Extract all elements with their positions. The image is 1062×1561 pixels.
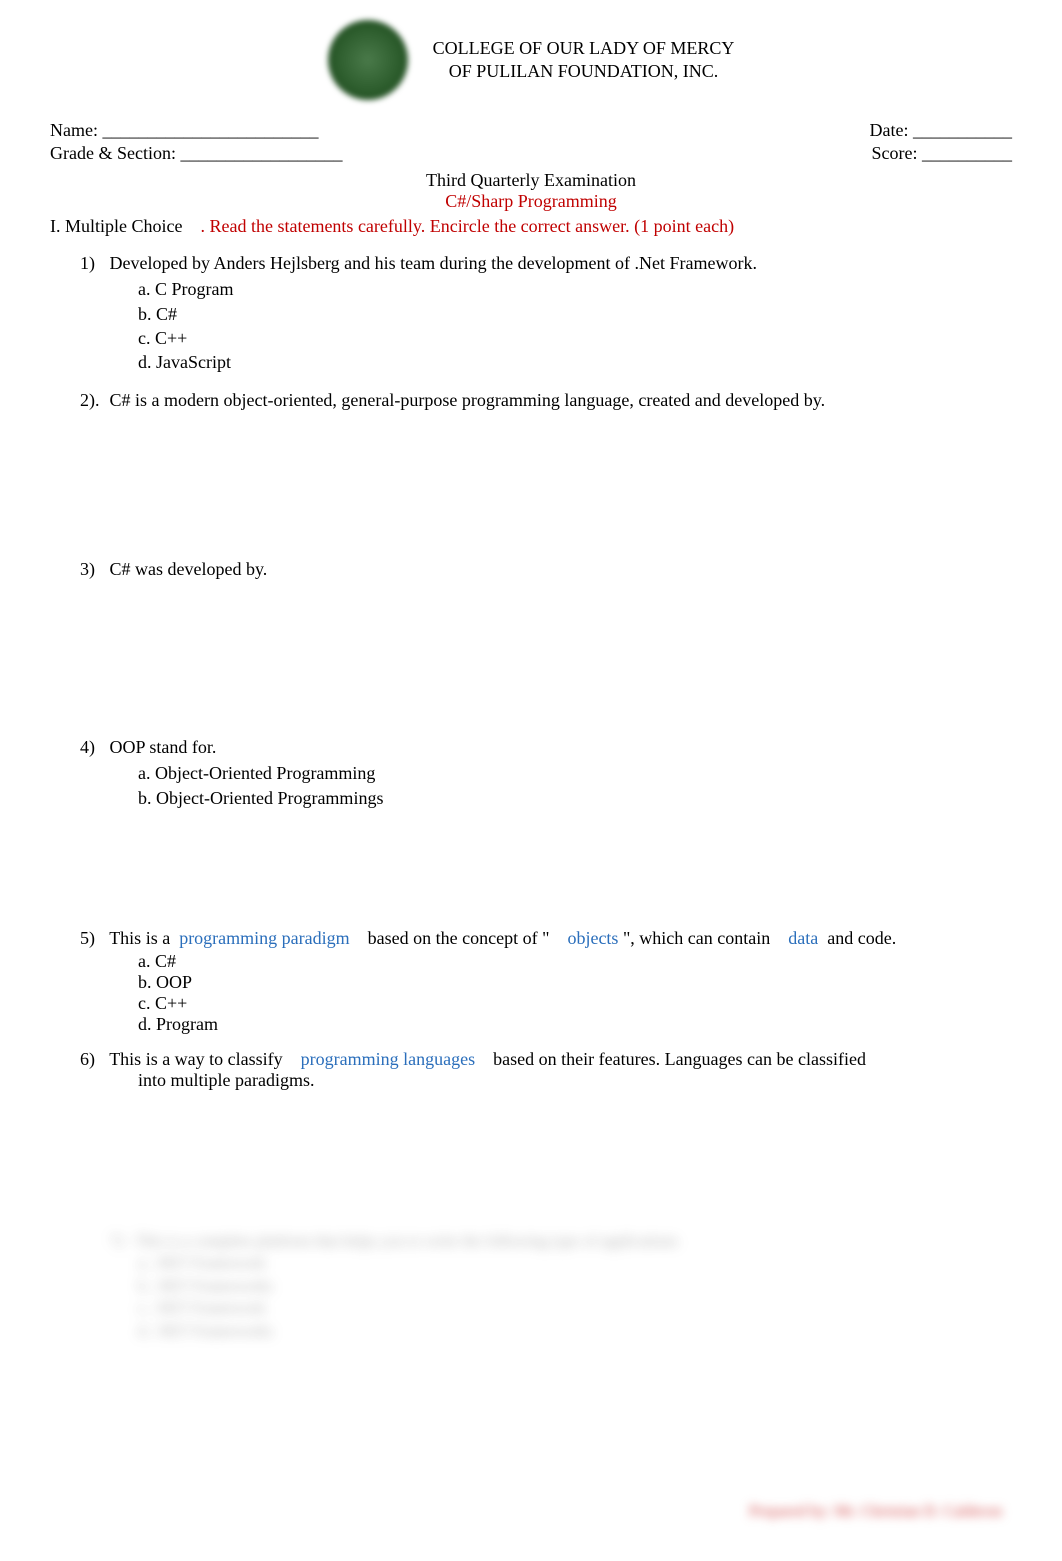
section-instruction: . Read the statements carefully. Encircl… <box>200 216 734 236</box>
section-1-header: I. Multiple Choice . Read the statements… <box>50 216 1012 237</box>
question-5: 5) This is a programming paradigm based … <box>80 928 1012 1035</box>
q2-text: C# is a modern object-oriented, general-… <box>110 390 826 410</box>
q4-options: a. Object-Oriented Programming b. Object… <box>138 761 1012 810</box>
q2-number: 2). <box>80 388 105 412</box>
q1-option-b: b. C# <box>138 302 1012 326</box>
q6-link-programming-languages[interactable]: programming languages <box>301 1049 475 1069</box>
q6-post: based on their features. Languages can b… <box>493 1049 866 1069</box>
section-label: I. Multiple Choice <box>50 216 182 236</box>
q4-text: OOP stand for. <box>110 737 217 757</box>
q5-number: 5) <box>80 928 105 949</box>
q7-option-c: c. .NET Framework <box>138 1298 1012 1320</box>
q6-number: 6) <box>80 1049 105 1070</box>
q6-continuation: into multiple paradigms. <box>138 1070 1012 1091</box>
college-name-line1: COLLEGE OF OUR LADY OF MERCY <box>433 37 735 60</box>
grade-section-field: Grade & Section: __________________ <box>50 143 342 164</box>
q5-option-d: d. Program <box>138 1014 1012 1035</box>
college-logo <box>328 20 408 100</box>
college-title-block: COLLEGE OF OUR LADY OF MERCY OF PULILAN … <box>433 37 735 84</box>
q5-pre: This is a <box>109 928 170 948</box>
subject-title: C#/Sharp Programming <box>50 191 1012 212</box>
info-row-2: Grade & Section: __________________ Scor… <box>50 143 1012 164</box>
date-field: Date: ___________ <box>870 120 1012 141</box>
q5-option-b: b. OOP <box>138 972 1012 993</box>
q5-mid1: based on the concept of " <box>368 928 550 948</box>
q7-text: This is a complete platform that helps y… <box>135 1233 678 1250</box>
question-6: 6) This is a way to classify programming… <box>80 1049 1012 1091</box>
question-3: 3) C# was developed by. <box>80 557 1012 581</box>
college-name-line2: OF PULILAN FOUNDATION, INC. <box>433 60 735 83</box>
q1-number: 1) <box>80 251 105 275</box>
q7-number: 7) <box>110 1233 123 1250</box>
q1-text: Developed by Anders Hejlsberg and his te… <box>110 253 758 273</box>
blurred-question-7: 7) This is a complete platform that help… <box>110 1231 1012 1343</box>
q7-option-a: a. .NET Framework <box>138 1253 1012 1275</box>
q1-option-c: c. C++ <box>138 326 1012 350</box>
q1-option-d: d. JavaScript <box>138 350 1012 374</box>
q4-option-a: a. Object-Oriented Programming <box>138 761 1012 785</box>
q5-mid2: ", which can contain <box>623 928 770 948</box>
name-field: Name: ________________________ <box>50 120 318 141</box>
q4-option-b: b. Object-Oriented Programmings <box>138 786 1012 810</box>
q1-options: a. C Program b. C# c. C++ d. JavaScript <box>138 277 1012 374</box>
q5-link-objects[interactable]: objects <box>567 928 618 948</box>
question-4: 4) OOP stand for. a. Object-Oriented Pro… <box>80 735 1012 810</box>
q5-option-c: c. C++ <box>138 993 1012 1014</box>
question-1: 1) Developed by Anders Hejlsberg and his… <box>80 251 1012 374</box>
q5-option-a: a. C# <box>138 951 1012 972</box>
q3-text: C# was developed by. <box>110 559 268 579</box>
exam-title: Third Quarterly Examination <box>50 170 1012 191</box>
q7-option-b: b. .NET Frameworks <box>138 1276 1012 1298</box>
question-2: 2). C# is a modern object-oriented, gene… <box>80 388 1012 412</box>
q5-link-data[interactable]: data <box>788 928 818 948</box>
q5-options: a. C# b. OOP c. C++ d. Program <box>138 951 1012 1035</box>
q6-pre: This is a way to classify <box>109 1049 282 1069</box>
q5-link-programming-paradigm[interactable]: programming paradigm <box>179 928 349 948</box>
document-header: COLLEGE OF OUR LADY OF MERCY OF PULILAN … <box>50 20 1012 100</box>
q7-option-d: d. .NET Frameworks <box>138 1321 1012 1343</box>
q1-option-a: a. C Program <box>138 277 1012 301</box>
q5-post: and code. <box>827 928 896 948</box>
q3-number: 3) <box>80 557 105 581</box>
footer-prepared-by: Prepared by: Mr. Christian D. Calderon <box>749 1503 1002 1521</box>
q4-number: 4) <box>80 735 105 759</box>
info-row-1: Name: ________________________ Date: ___… <box>50 120 1012 141</box>
score-field: Score: __________ <box>872 143 1012 164</box>
